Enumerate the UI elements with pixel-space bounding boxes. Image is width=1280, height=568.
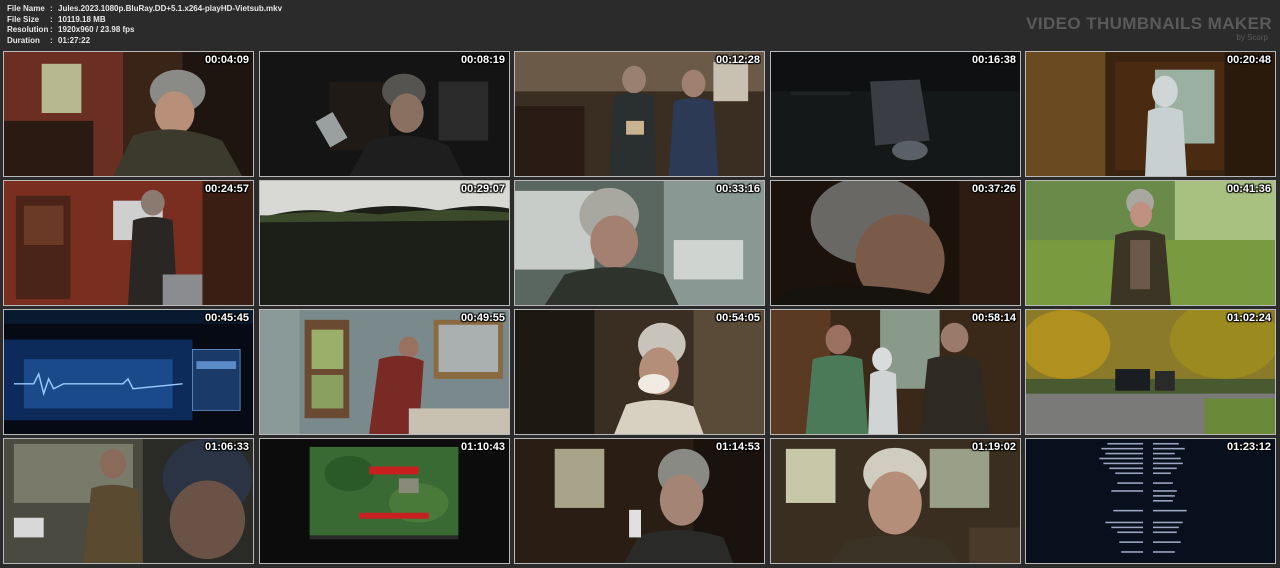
timestamp: 01:14:53 <box>715 441 760 453</box>
timestamp: 00:12:28 <box>715 54 760 66</box>
header: File Name : Jules.2023.1080p.BluRay.DD+5… <box>0 0 1280 50</box>
thumbnail-10[interactable]: 00:41:36 <box>1025 180 1276 306</box>
timestamp: 01:23:12 <box>1226 441 1271 453</box>
frame-image <box>260 52 509 176</box>
frame-image <box>515 310 764 434</box>
thumbnail-2[interactable]: 00:08:19 <box>259 51 510 177</box>
thumbnail-18[interactable]: 01:14:53 <box>514 438 765 564</box>
thumbnail-7[interactable]: 00:29:07 <box>259 180 510 306</box>
info-separator: : <box>50 35 53 45</box>
file-info: File Name : Jules.2023.1080p.BluRay.DD+5… <box>7 4 282 46</box>
resolution-row: Resolution : 1920x960 / 23.98 fps <box>7 25 282 36</box>
duration-row: Duration : 01:27:22 <box>7 36 282 47</box>
info-label: File Size <box>7 14 40 24</box>
frame-image <box>4 310 253 434</box>
timestamp: 00:49:55 <box>460 312 505 324</box>
duration-value: 01:27:22 <box>58 35 91 45</box>
thumbnail-13[interactable]: 00:54:05 <box>514 309 765 435</box>
info-label: File Name <box>7 4 45 13</box>
thumbnail-5[interactable]: 00:20:48 <box>1025 51 1276 177</box>
frame-image <box>515 181 764 305</box>
timestamp: 00:29:07 <box>460 183 505 195</box>
thumbnail-6[interactable]: 00:24:57 <box>3 180 254 306</box>
timestamp: 01:10:43 <box>460 441 505 453</box>
thumbnail-20[interactable]: 01:23:12 <box>1025 438 1276 564</box>
timestamp: 01:02:24 <box>1226 312 1271 324</box>
file-name-value: Jules.2023.1080p.BluRay.DD+5.1.x264-play… <box>58 4 283 13</box>
thumbnail-15[interactable]: 01:02:24 <box>1025 309 1276 435</box>
frame-image <box>515 52 764 176</box>
timestamp: 00:04:09 <box>204 54 249 66</box>
file-name-row: File Name : Jules.2023.1080p.BluRay.DD+5… <box>7 4 282 15</box>
timestamp: 00:58:14 <box>971 312 1016 324</box>
thumbnail-9[interactable]: 00:37:26 <box>770 180 1021 306</box>
frame-image <box>4 181 253 305</box>
frame-image <box>771 181 1020 305</box>
timestamp: 00:24:57 <box>204 183 249 195</box>
frame-image <box>1026 181 1275 305</box>
thumbnail-3[interactable]: 00:12:28 <box>514 51 765 177</box>
thumbnail-8[interactable]: 00:33:16 <box>514 180 765 306</box>
frame-image <box>1026 52 1275 176</box>
thumbnail-1[interactable]: 00:04:09 <box>3 51 254 177</box>
brand-title: VIDEO THUMBNAILS MAKER <box>1026 14 1272 33</box>
frame-image <box>260 181 509 305</box>
frame-image <box>771 310 1020 434</box>
file-size-row: File Size : 10119.18 MB <box>7 15 282 26</box>
timestamp: 00:37:26 <box>971 183 1016 195</box>
frame-image <box>4 52 253 176</box>
info-separator: : <box>50 4 53 13</box>
thumbnail-12[interactable]: 00:49:55 <box>259 309 510 435</box>
brand-watermark: VIDEO THUMBNAILS MAKER by Scorp <box>1026 14 1272 42</box>
thumbnail-grid: 00:04:09 00:08:19 00:12:28 00:16:38 00:2… <box>3 51 1277 565</box>
timestamp: 00:45:45 <box>204 312 249 324</box>
info-separator: : <box>50 25 53 35</box>
frame-image <box>1026 310 1275 434</box>
frame-image <box>515 439 764 563</box>
info-label: Duration <box>7 35 40 45</box>
info-label: Resolution <box>7 25 49 35</box>
timestamp: 01:19:02 <box>971 441 1016 453</box>
timestamp: 00:08:19 <box>460 54 505 66</box>
timestamp: 00:33:16 <box>715 183 760 195</box>
thumbnail-4[interactable]: 00:16:38 <box>770 51 1021 177</box>
info-separator: : <box>50 14 53 24</box>
thumbnail-17[interactable]: 01:10:43 <box>259 438 510 564</box>
frame-image <box>771 439 1020 563</box>
timestamp: 00:54:05 <box>715 312 760 324</box>
frame-image <box>260 439 509 563</box>
thumbnail-11[interactable]: 00:45:45 <box>3 309 254 435</box>
frame-image <box>4 439 253 563</box>
frame-image <box>1026 439 1275 563</box>
timestamp: 00:16:38 <box>971 54 1016 66</box>
thumbnail-16[interactable]: 01:06:33 <box>3 438 254 564</box>
timestamp: 00:20:48 <box>1226 54 1271 66</box>
timestamp: 00:41:36 <box>1226 183 1271 195</box>
timestamp: 01:06:33 <box>204 441 249 453</box>
frame-image <box>260 310 509 434</box>
resolution-value: 1920x960 / 23.98 fps <box>58 25 135 35</box>
thumbnail-14[interactable]: 00:58:14 <box>770 309 1021 435</box>
brand-subtitle: by Scorp <box>1236 33 1268 42</box>
frame-image <box>771 52 1020 176</box>
file-size-value: 10119.18 MB <box>58 14 106 24</box>
thumbnail-19[interactable]: 01:19:02 <box>770 438 1021 564</box>
